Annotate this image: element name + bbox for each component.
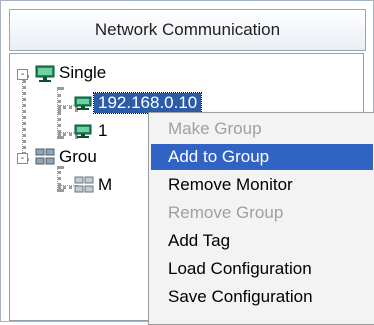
menu-item-make-group[interactable]: Make Group	[151, 116, 373, 142]
context-menu: Make Group Add to Group Remove Monitor R…	[148, 112, 374, 325]
menu-item-add-tag[interactable]: Add Tag	[151, 228, 373, 254]
monitor-icon	[74, 124, 92, 139]
menu-item-remove-group[interactable]: Remove Group	[151, 200, 373, 226]
tree-connector	[22, 75, 26, 161]
menu-item-add-to-group[interactable]: Add to Group	[151, 144, 373, 170]
menu-item-remove-monitor[interactable]: Remove Monitor	[151, 172, 373, 198]
collapse-toggle-group[interactable]: -	[17, 153, 28, 164]
panel-header: Network Communication	[9, 9, 366, 51]
group-icon	[35, 148, 55, 166]
menu-item-load-configuration[interactable]: Load Configuration	[151, 256, 373, 282]
tree-node-group[interactable]: Grou	[59, 147, 97, 167]
group-monitor-icon	[74, 176, 94, 194]
network-communication-panel: Network Communication - Single 192.168.0…	[0, 0, 374, 325]
tree-node-monitor-selected[interactable]: 192.168.0.10	[92, 92, 203, 114]
collapse-toggle-single[interactable]: -	[17, 69, 28, 80]
panel-title: Network Communication	[94, 20, 281, 39]
tree-node-monitor[interactable]: 1	[98, 121, 107, 141]
menu-item-save-configuration[interactable]: Save Configuration	[151, 284, 373, 310]
monitor-icon	[35, 65, 55, 82]
monitor-icon	[74, 96, 92, 111]
tree-node-group-member[interactable]: M	[98, 175, 112, 195]
tree-node-single[interactable]: Single	[59, 63, 106, 83]
